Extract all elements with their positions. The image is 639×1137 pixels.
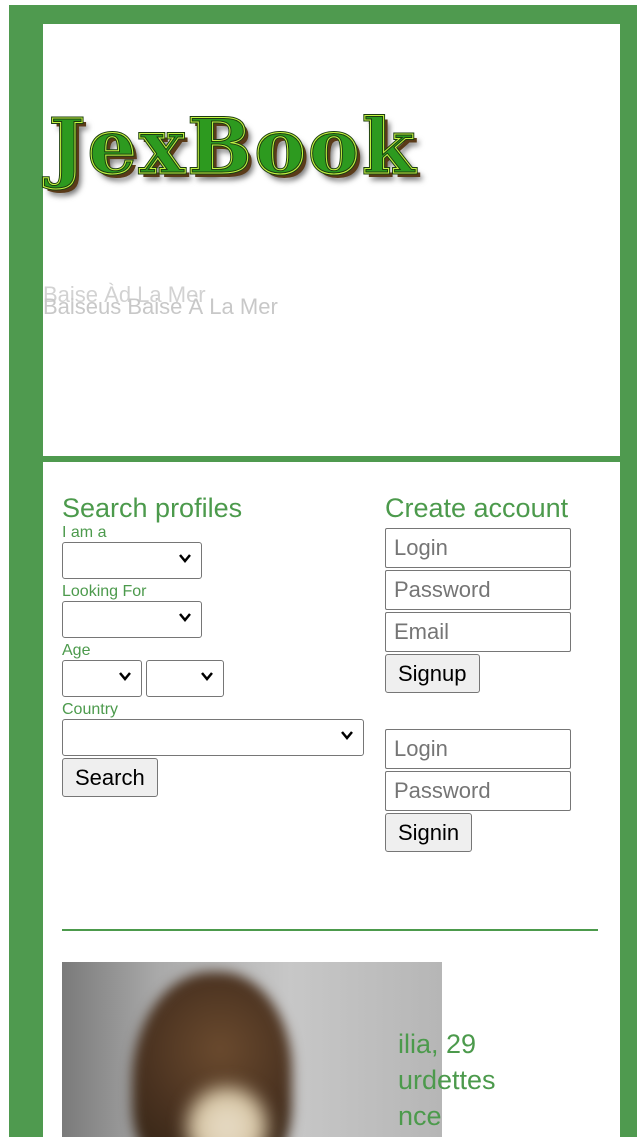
signin-button[interactable]: Signin — [385, 813, 473, 852]
looking-for-select[interactable] — [62, 601, 202, 638]
i-am-select[interactable] — [62, 542, 202, 579]
signup-password-input[interactable]: Password — [385, 570, 571, 610]
section-divider — [62, 929, 598, 931]
looking-for-label: Looking For — [62, 583, 147, 600]
chevron-down-icon — [179, 613, 191, 622]
site-logo[interactable]: JexBook JexBook — [48, 101, 519, 193]
create-account-heading: Create account — [385, 493, 569, 523]
age-label: Age — [62, 642, 91, 659]
tagline-primary: Baiseus Baise À La Mer — [43, 294, 278, 319]
country-select[interactable] — [62, 719, 364, 756]
age-max-select[interactable] — [146, 660, 224, 697]
profile-summary[interactable]: ilia, 29 urdettes nce — [398, 1026, 496, 1134]
chevron-down-icon — [341, 731, 353, 740]
i-am-label: I am a — [62, 524, 107, 541]
chevron-down-icon — [119, 672, 131, 681]
signup-login-input[interactable]: Login — [385, 528, 571, 568]
profile-photo[interactable] — [62, 962, 442, 1137]
chevron-down-icon — [201, 672, 213, 681]
photo-face — [182, 1082, 272, 1137]
profile-name-age: ilia, 29 — [398, 1029, 477, 1059]
signup-button[interactable]: Signup — [385, 654, 480, 693]
create-account-form: Create account Login Password Email Sign… — [385, 492, 575, 852]
logo-highlight: JexBook — [49, 102, 418, 192]
profile-city: urdettes — [398, 1065, 496, 1095]
country-label: Country — [62, 701, 119, 718]
age-range — [62, 660, 367, 697]
signup-email-input[interactable]: Email — [385, 612, 571, 652]
search-button[interactable]: Search — [62, 758, 158, 797]
profile-country: nce — [398, 1101, 442, 1131]
main-content: Search profiles I am a Looking For Age C… — [43, 462, 620, 1137]
search-heading: Search profiles — [62, 493, 243, 523]
chevron-down-icon — [179, 554, 191, 563]
signin-password-input[interactable]: Password — [385, 771, 571, 811]
signin-form: Login Password Signin — [385, 729, 575, 852]
search-profiles-form: Search profiles I am a Looking For Age C… — [62, 492, 367, 797]
signin-login-input[interactable]: Login — [385, 729, 571, 769]
age-min-select[interactable] — [62, 660, 142, 697]
site-header: JexBook JexBook Baise Àd La Mer Baiseus … — [43, 24, 620, 456]
